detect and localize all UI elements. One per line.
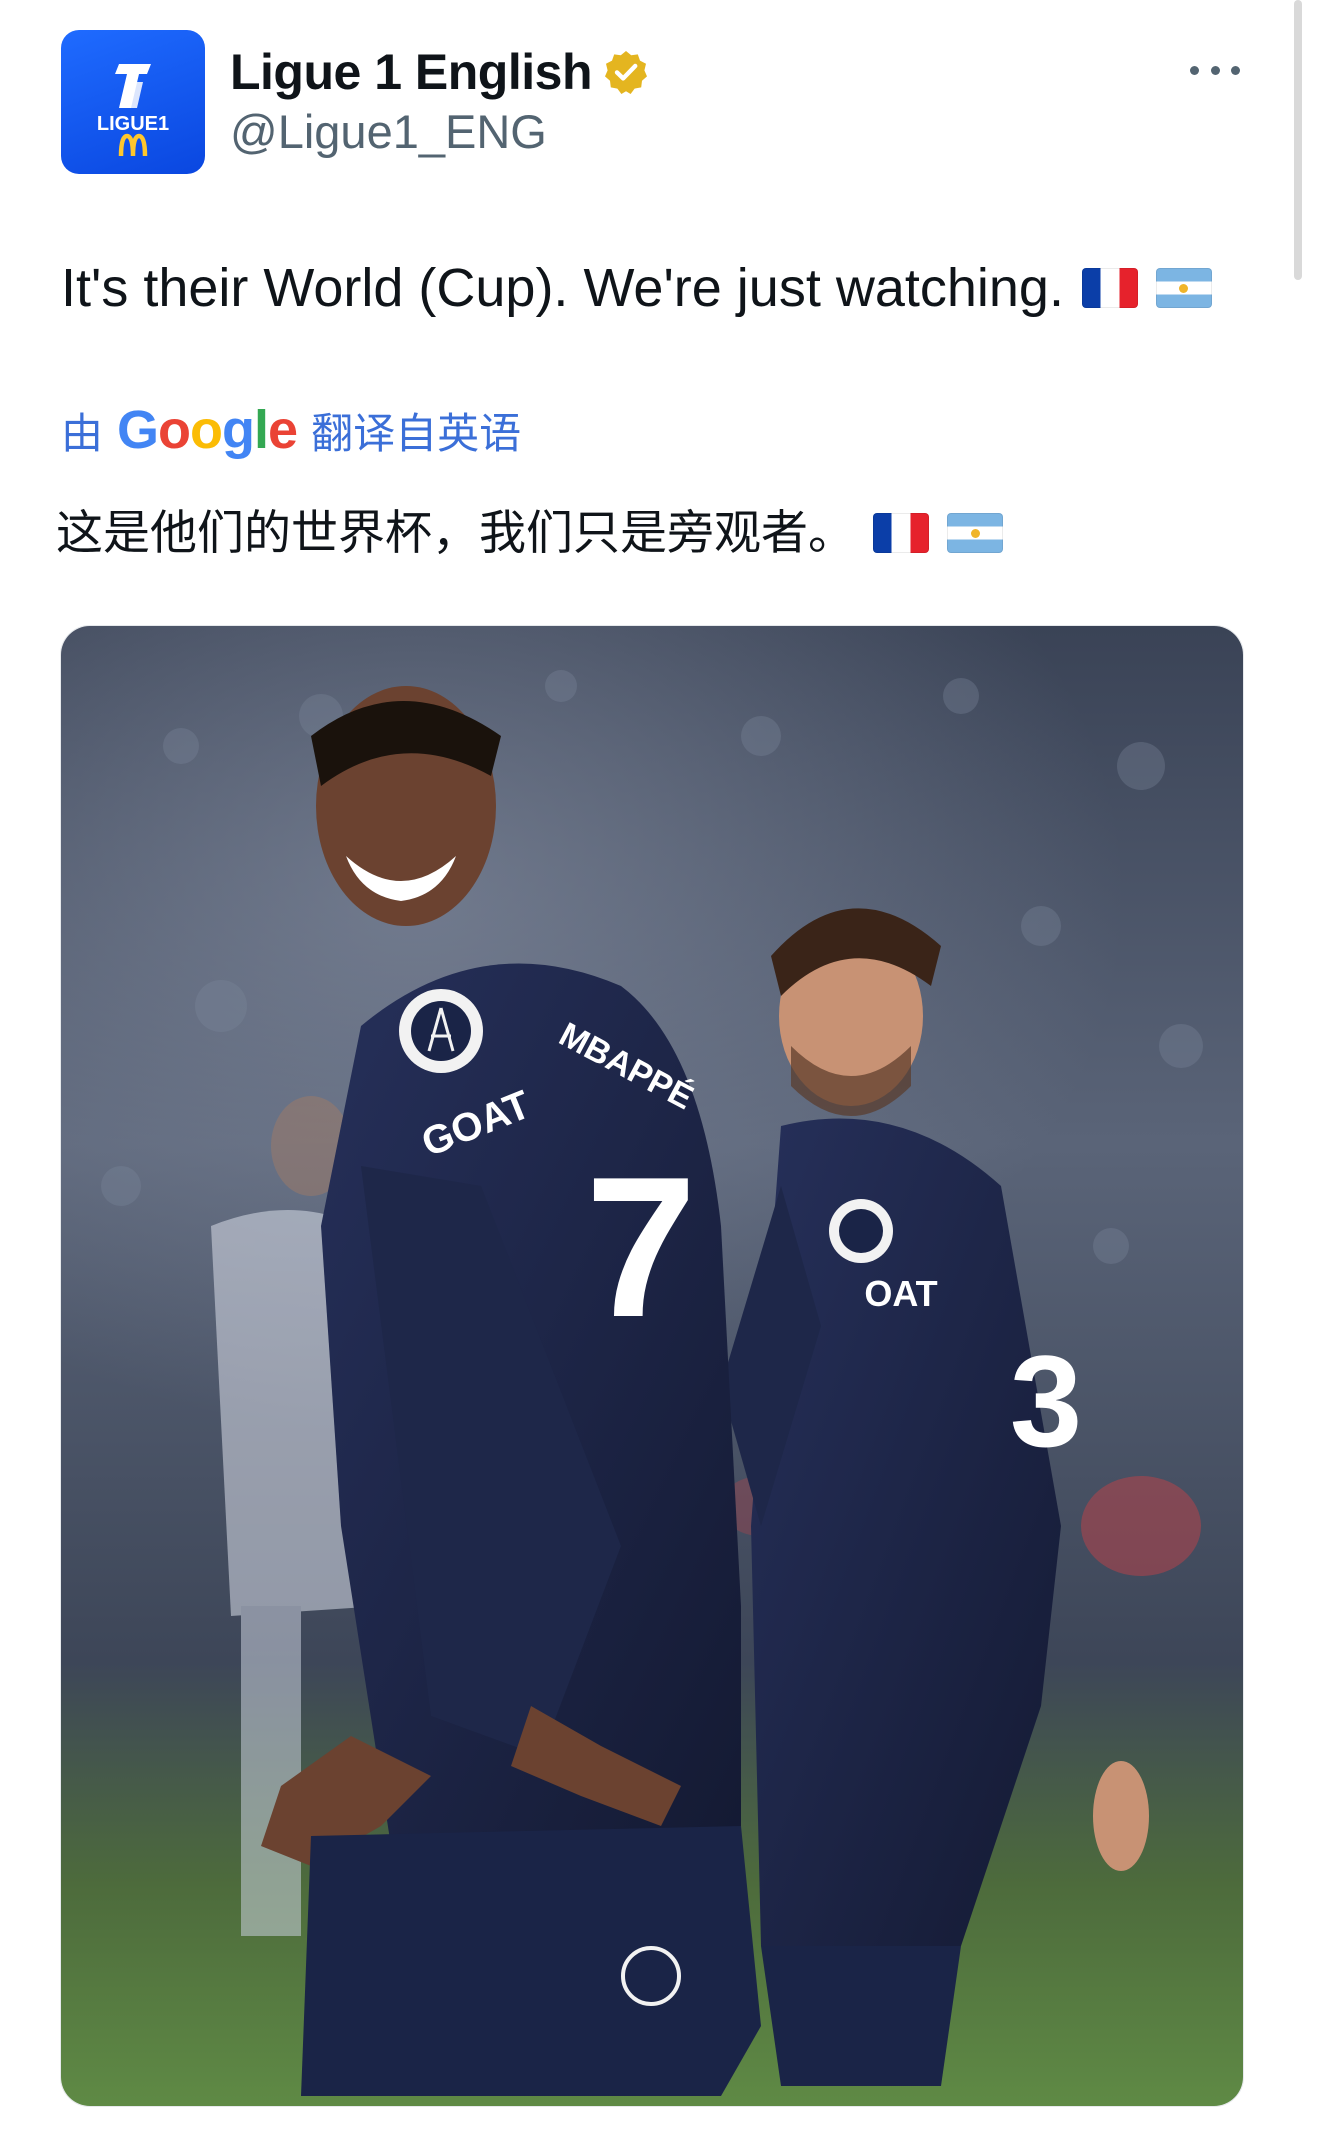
more-options-icon[interactable] [1190,50,1240,90]
france-flag-icon [1081,268,1138,308]
display-name[interactable]: Ligue 1 English [230,43,592,101]
players-photo: OAT 3 GOAT MBAPPÉ 7 [61,626,1243,2106]
france-flag-icon [873,513,929,553]
verified-badge-icon [604,51,647,94]
translated-body: 这是他们的世界杯，我们只是旁观者。 [56,506,855,559]
avatar[interactable]: LIGUE1 [61,30,205,174]
translation-suffix: 翻译自英语 [311,409,522,457]
svg-text:3: 3 [1010,1328,1082,1474]
tweet-body: It's their World (Cup). We're just watch… [61,258,1064,318]
argentina-flag-icon [947,513,1003,553]
google-logo: Google [117,400,298,460]
avatar-wordmark: LIGUE1 [97,113,169,135]
ligue1-logo-icon: LIGUE1 [97,64,169,157]
tweet-media[interactable]: OAT 3 GOAT MBAPPÉ 7 [60,625,1244,2107]
svg-text:7: 7 [585,1136,696,1359]
argentina-flag-icon [1155,268,1212,308]
arches-icon [118,133,148,157]
tweet-text: It's their World (Cup). We're just watch… [61,252,1261,324]
translation-prefix: 由 [61,409,104,457]
translated-text: 这是他们的世界杯，我们只是旁观者。 [56,500,1003,566]
svg-text:OAT: OAT [864,1273,937,1314]
translation-attribution[interactable]: 由 Google 翻译自英语 [61,398,521,462]
scrollbar[interactable] [1294,0,1302,280]
user-handle[interactable]: @Ligue1_ENG [230,104,547,159]
